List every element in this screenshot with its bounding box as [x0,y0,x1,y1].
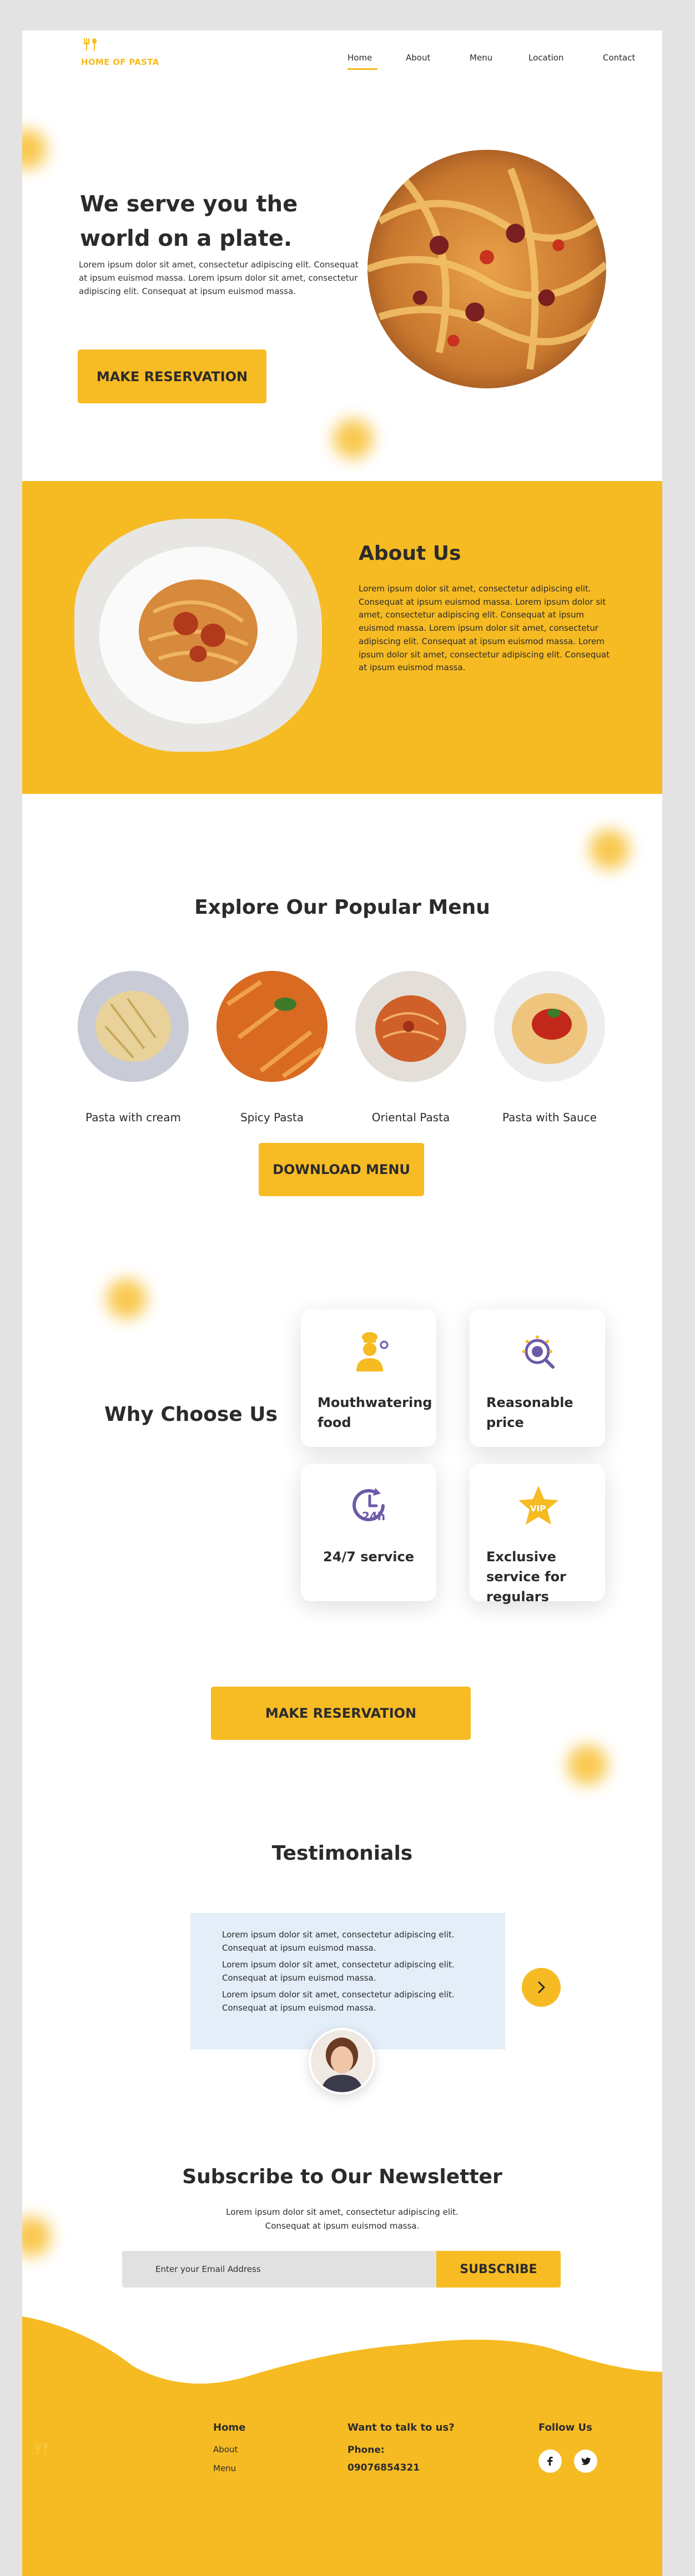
feature-label-vip: Exclusive service for regulars [486,1549,566,1605]
brand-name: HOME OF PASTA [81,57,159,67]
feature-label-food: Mouthwatering food [318,1395,432,1430]
nav-contact[interactable]: Contact [603,53,635,63]
about-text: Lorem ipsum dolor sit amet, consectetur … [359,584,610,673]
twitter-button[interactable] [574,2450,597,2473]
footer-background [22,2316,662,2576]
decor-blob [567,1745,607,1785]
decor-blob [590,829,629,869]
make-reservation-button[interactable]: MAKE RESERVATION [78,350,266,403]
about-title: About Us [359,542,461,565]
feature-card-service: 24h 24/7 service [301,1464,436,1601]
nav-menu[interactable]: Menu [470,53,492,63]
testimonials-title: Testimonials [271,1842,413,1865]
hours-icon-text: 24h [362,1510,385,1523]
phone-label: Phone: [348,2445,385,2456]
facebook-button[interactable] [538,2450,562,2473]
email-field[interactable] [122,2251,436,2287]
download-menu-button[interactable]: DOWNLOAD MENU [259,1143,424,1196]
price-tag-icon [522,1335,555,1369]
feature-card-food: Mouthwatering food [301,1309,436,1447]
subscribe-button[interactable]: SUBSCRIBE [436,2251,561,2287]
menu-label-oriental: Oriental Pasta [371,1111,450,1124]
menu-title: Explore Our Popular Menu [194,896,490,919]
feature-label-price: Reasonable price [486,1395,573,1430]
menu-label-cream: Pasta with cream [85,1111,181,1124]
menu-image-sauce[interactable] [494,971,605,1082]
decor-blob [333,419,373,459]
menu-label-sauce: Pasta with Sauce [502,1111,597,1124]
nav-active-indicator [348,68,377,70]
newsletter-body: Lorem ipsum dolor sit amet, consectetur … [226,2207,459,2231]
footer-home-link[interactable]: Home [213,2422,245,2433]
page: HOME OF PASTA Home About Menu Location C… [22,31,662,2576]
hero-title: We serve you the world on a plate. [80,191,298,251]
twitter-icon [581,2457,591,2465]
menu-image-spicy[interactable] [216,971,328,1082]
nav-about[interactable]: About [406,53,430,63]
vip-icon-text: VIP [530,1504,546,1514]
nav-home[interactable]: Home [348,53,372,63]
decor-blob [107,1279,147,1319]
about-pasta-image [74,519,322,752]
why-choose-title: Why Choose Us [104,1403,278,1426]
hero-pasta-image [367,150,606,388]
footer-menu-link[interactable]: Menu [213,2463,245,2473]
footer-about-link[interactable]: About [213,2445,245,2454]
facebook-icon [547,2457,553,2466]
menu-image-oriental[interactable] [355,971,466,1082]
newsletter-title: Subscribe to Our Newsletter [182,2165,502,2188]
newsletter-text: Lorem ipsum dolor sit amet, consectetur … [22,2205,662,2233]
testimonial-paragraph: Lorem ipsum dolor sit amet, consectetur … [222,1960,455,1983]
vip-star-icon: VIP [518,1486,558,1525]
chef-icon [356,1332,389,1371]
clock-24h-icon: 24h [352,1488,385,1523]
fork-spoon-icon [84,38,97,50]
chevron-right-icon [538,1981,545,1993]
testimonial-text: Lorem ipsum dolor sit amet, consectetur … [222,1928,483,2015]
testimonial-avatar [309,2028,375,2094]
contact-heading: Want to talk to us? [348,2422,455,2433]
footer-contact: Want to talk to us? Phone: 09076854321 [348,2422,455,2473]
decor-blob [22,129,47,169]
nav-location[interactable]: Location [528,53,563,63]
phone-number[interactable]: 09076854321 [348,2462,455,2473]
testimonial-paragraph: Lorem ipsum dolor sit amet, consectetur … [222,1930,455,1953]
make-reservation-button-2[interactable]: MAKE RESERVATION [211,1687,471,1740]
testimonial-paragraph: Lorem ipsum dolor sit amet, consectetur … [222,1990,455,2013]
footer-social: Follow Us [538,2422,592,2433]
feature-label-service: 24/7 service [323,1549,414,1565]
fork-spoon-icon [35,2443,48,2455]
feature-card-price: Reasonable price [470,1309,605,1447]
next-testimonial-button[interactable] [522,1968,561,2007]
brand-logo[interactable]: HOME OF PASTA [81,36,170,67]
menu-label-spicy: Spicy Pasta [240,1111,304,1124]
hero-text: Lorem ipsum dolor sit amet, consectetur … [79,260,359,296]
feature-card-vip: VIP Exclusive service for regulars [470,1464,605,1605]
follow-heading: Follow Us [538,2422,592,2433]
menu-image-cream[interactable] [78,971,189,1082]
footer-nav: Home About Menu [213,2422,245,2473]
footer-logo[interactable] [33,2443,52,2457]
